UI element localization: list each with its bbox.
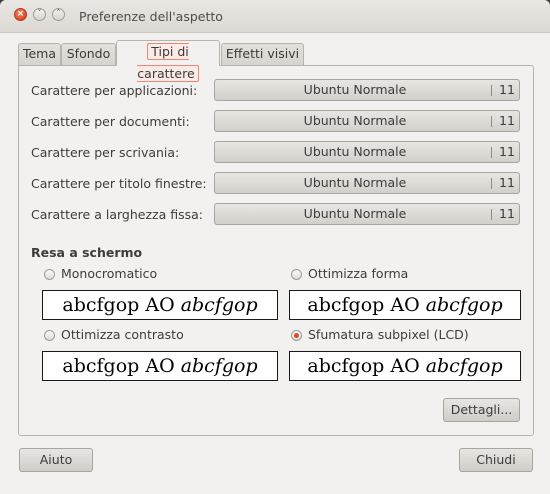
font-size: 11 <box>499 206 515 221</box>
separator <box>491 85 492 96</box>
tab-tipi-di-carattere[interactable]: Tipi di carattere <box>116 40 220 82</box>
preview-italic-text: abcfgop <box>180 355 258 377</box>
application-font-label: Carattere per applicazioni: <box>31 83 198 98</box>
desktop-font-button[interactable]: Ubuntu Normale 11 <box>214 141 520 163</box>
best-contrast-radio[interactable] <box>44 330 55 341</box>
close-window-button[interactable]: × <box>14 8 27 21</box>
preview-italic-text: abcfgop <box>180 294 258 316</box>
appearance-preferences-window: × ˅ ˄ Preferenze dell'aspetto Tema Sfond… <box>0 0 550 494</box>
best-contrast-preview[interactable]: abcfgop AO abcfgop <box>42 351 278 381</box>
font-size: 11 <box>499 175 515 190</box>
minimize-window-button[interactable]: ˅ <box>33 8 46 21</box>
application-font-button[interactable]: Ubuntu Normale 11 <box>214 79 520 101</box>
help-button[interactable]: Aiuto <box>19 448 93 472</box>
fixed-width-font-label: Carattere a larghezza fissa: <box>31 207 203 222</box>
separator <box>491 178 492 189</box>
separator <box>491 209 492 220</box>
best-shapes-label[interactable]: Ottimizza forma <box>308 266 408 281</box>
close-button[interactable]: Chiudi <box>459 448 533 472</box>
tab-sfondo[interactable]: Sfondo <box>61 43 116 65</box>
maximize-window-button[interactable]: ˄ <box>52 8 65 21</box>
preview-italic-text: abcfgop <box>425 294 503 316</box>
preview-text: abcfgop AO <box>62 355 181 377</box>
tab-label: Tema <box>22 46 57 61</box>
monochrome-preview[interactable]: abcfgop AO abcfgop <box>42 290 278 320</box>
title-bar[interactable]: × ˅ ˄ Preferenze dell'aspetto <box>0 0 550 33</box>
tab-label: Effetti visivi <box>225 46 300 61</box>
tab-tema[interactable]: Tema <box>18 43 61 65</box>
preview-text: abcfgop AO <box>307 294 426 316</box>
tab-label: Tipi di carattere <box>137 43 199 82</box>
window-title-font-button[interactable]: Ubuntu Normale 11 <box>214 172 520 194</box>
monochrome-radio[interactable] <box>44 269 55 280</box>
font-name: Ubuntu Normale <box>303 206 407 221</box>
font-size: 11 <box>499 113 515 128</box>
window-title: Preferenze dell'aspetto <box>79 9 223 24</box>
font-size: 11 <box>499 144 515 159</box>
preview-italic-text: abcfgop <box>425 355 503 377</box>
subpixel-smoothing-preview[interactable]: abcfgop AO abcfgop <box>289 351 521 381</box>
monochrome-label[interactable]: Monocromatico <box>61 266 157 281</box>
font-size: 11 <box>499 82 515 97</box>
preview-text: abcfgop AO <box>62 294 181 316</box>
font-name: Ubuntu Normale <box>303 144 407 159</box>
preview-text: abcfgop AO <box>307 355 426 377</box>
font-name: Ubuntu Normale <box>303 82 407 97</box>
document-font-label: Carattere per documenti: <box>31 114 190 129</box>
tab-effetti-visivi[interactable]: Effetti visivi <box>221 43 304 65</box>
fixed-width-font-button[interactable]: Ubuntu Normale 11 <box>214 203 520 225</box>
desktop-font-label: Carattere per scrivania: <box>31 145 180 160</box>
maximize-icon: ˄ <box>56 9 61 19</box>
separator <box>491 116 492 127</box>
best-shapes-radio[interactable] <box>291 269 302 280</box>
window-title-font-label: Carattere per titolo finestre: <box>31 176 207 191</box>
document-font-button[interactable]: Ubuntu Normale 11 <box>214 110 520 132</box>
tab-label: Sfondo <box>66 46 111 61</box>
subpixel-smoothing-label[interactable]: Sfumatura subpixel (LCD) <box>308 327 469 342</box>
font-name: Ubuntu Normale <box>303 175 407 190</box>
details-button[interactable]: Dettagli... <box>443 398 520 422</box>
best-shapes-preview[interactable]: abcfgop AO abcfgop <box>289 290 521 320</box>
minimize-icon: ˅ <box>37 9 42 19</box>
font-name: Ubuntu Normale <box>303 113 407 128</box>
best-contrast-label[interactable]: Ottimizza contrasto <box>61 327 184 342</box>
subpixel-smoothing-radio[interactable] <box>291 330 302 341</box>
close-icon: × <box>16 9 25 19</box>
separator <box>491 147 492 158</box>
rendering-section-title: Resa a schermo <box>31 245 143 260</box>
